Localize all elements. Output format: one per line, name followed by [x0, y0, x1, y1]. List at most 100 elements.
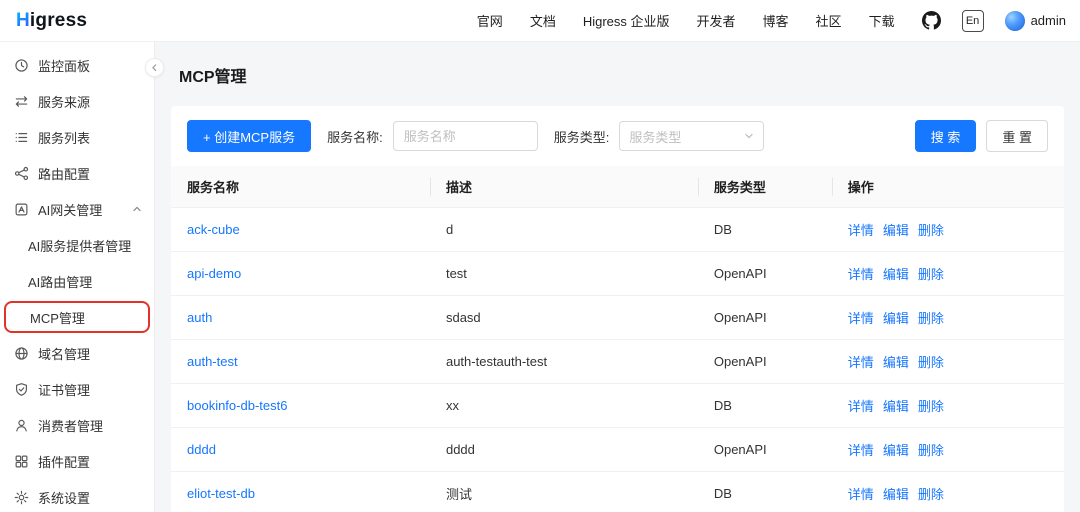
topbar: Higress 官网 文档 Higress 企业版 开发者 博客 社区 下载 En admi… — [0, 0, 1080, 42]
topnav-link[interactable]: 开发者 — [697, 11, 736, 30]
service-type-select[interactable]: 服务类型 — [619, 121, 764, 151]
service-name-link[interactable]: auth — [187, 310, 212, 325]
user-menu[interactable]: admin — [1005, 11, 1066, 31]
row-action-edit-link[interactable]: 编辑 — [883, 355, 909, 370]
plugin-icon — [14, 454, 29, 469]
row-action-delete-link[interactable]: 删除 — [918, 355, 944, 370]
service-description: xx — [430, 384, 698, 428]
sidebar-collapse-button[interactable] — [145, 58, 164, 77]
row-action-delete-link[interactable]: 删除 — [918, 223, 944, 238]
language-toggle[interactable]: En — [962, 10, 984, 32]
service-type: OpenAPI — [698, 428, 832, 472]
sidebar-subitem-mcp[interactable]: MCP管理 — [4, 301, 150, 333]
row-action-detail-link[interactable]: 详情 — [848, 311, 874, 326]
sidebar-item-cert[interactable]: 证书管理 — [0, 371, 154, 407]
sidebar-item-route-config[interactable]: 路由配置 — [0, 155, 154, 191]
row-action-delete-link[interactable]: 删除 — [918, 487, 944, 502]
table-column-header: 描述 — [430, 166, 698, 208]
main-content: MCP管理 + 创建MCP服务 服务名称: 服务类型: 服务类型 搜 索 重 置… — [155, 42, 1080, 512]
service-type: DB — [698, 384, 832, 428]
sidebar-item-dashboard[interactable]: 监控面板 — [0, 47, 154, 83]
row-action-edit-link[interactable]: 编辑 — [883, 223, 909, 238]
topnav-link[interactable]: 社区 — [816, 11, 842, 30]
row-actions: 详情编辑删除 — [832, 340, 1064, 384]
cert-icon — [14, 382, 29, 397]
row-action-edit-link[interactable]: 编辑 — [883, 311, 909, 326]
table-row: ack-cube d DB 详情编辑删除 — [171, 208, 1064, 252]
row-action-delete-link[interactable]: 删除 — [918, 267, 944, 282]
sidebar-item-domain[interactable]: 域名管理 — [0, 335, 154, 371]
row-action-detail-link[interactable]: 详情 — [848, 399, 874, 414]
sidebar-item-service-list[interactable]: 服务列表 — [0, 119, 154, 155]
service-type-label: 服务类型: — [554, 127, 610, 146]
reset-button[interactable]: 重 置 — [986, 120, 1048, 152]
topnav-link[interactable]: 博客 — [763, 11, 789, 30]
sidebar-item-consumer[interactable]: 消费者管理 — [0, 407, 154, 443]
table-body: ack-cube d DB 详情编辑删除 api-demo test OpenA… — [171, 208, 1064, 512]
service-description: auth-testauth-test — [430, 340, 698, 384]
topnav-link[interactable]: 下载 — [869, 11, 895, 30]
table-row: auth-test auth-testauth-test OpenAPI 详情编… — [171, 340, 1064, 384]
github-icon[interactable] — [922, 11, 941, 30]
app-layout: 监控面板 服务来源 服务列表 路由配置 AI网关管理 AI服务提供者管理 AI路… — [0, 42, 1080, 512]
content-card: + 创建MCP服务 服务名称: 服务类型: 服务类型 搜 索 重 置 服务名称描… — [171, 106, 1064, 512]
table-row: api-demo test OpenAPI 详情编辑删除 — [171, 252, 1064, 296]
sidebar-item-label: 监控面板 — [38, 56, 90, 75]
row-action-delete-link[interactable]: 删除 — [918, 443, 944, 458]
search-button[interactable]: 搜 索 — [915, 120, 977, 152]
service-name-link[interactable]: ack-cube — [187, 222, 240, 237]
logo-text: igress — [30, 10, 87, 31]
service-name-link[interactable]: api-demo — [187, 266, 241, 281]
sidebar-menu: 监控面板 服务来源 服务列表 路由配置 AI网关管理 AI服务提供者管理 AI路… — [0, 47, 154, 512]
table-row: dddd dddd OpenAPI 详情编辑删除 — [171, 428, 1064, 472]
row-action-detail-link[interactable]: 详情 — [848, 443, 874, 458]
topnav-link[interactable]: Higress 企业版 — [583, 11, 670, 30]
avatar[interactable] — [1005, 11, 1025, 31]
service-type-placeholder: 服务类型 — [629, 127, 681, 146]
sidebar-subitem-ai-provider[interactable]: AI服务提供者管理 — [0, 227, 154, 263]
sidebar-subitem-label: AI服务提供者管理 — [28, 236, 131, 255]
sidebar-subitem-ai-route[interactable]: AI路由管理 — [0, 263, 154, 299]
service-type: OpenAPI — [698, 252, 832, 296]
row-action-detail-link[interactable]: 详情 — [848, 487, 874, 502]
row-actions: 详情编辑删除 — [832, 472, 1064, 512]
sidebar-item-service-source[interactable]: 服务来源 — [0, 83, 154, 119]
row-action-edit-link[interactable]: 编辑 — [883, 267, 909, 282]
row-action-detail-link[interactable]: 详情 — [848, 267, 874, 282]
topnav-link[interactable]: 官网 — [477, 11, 503, 30]
service-name-link[interactable]: dddd — [187, 442, 216, 457]
row-actions: 详情编辑删除 — [832, 208, 1064, 252]
service-name-input[interactable] — [393, 121, 538, 151]
table-column-header: 操作 — [832, 166, 1064, 208]
row-action-edit-link[interactable]: 编辑 — [883, 443, 909, 458]
row-action-edit-link[interactable]: 编辑 — [883, 487, 909, 502]
create-mcp-button[interactable]: + 创建MCP服务 — [187, 120, 311, 152]
service-name-link[interactable]: auth-test — [187, 354, 238, 369]
service-type: DB — [698, 472, 832, 512]
sidebar-item-label: 插件配置 — [38, 452, 90, 471]
ai-gateway-icon — [14, 202, 29, 217]
service-description: dddd — [430, 428, 698, 472]
table-column-header: 服务类型 — [698, 166, 832, 208]
row-action-delete-link[interactable]: 删除 — [918, 399, 944, 414]
row-action-detail-link[interactable]: 详情 — [848, 223, 874, 238]
topnav-link[interactable]: 文档 — [530, 11, 556, 30]
sidebar-item-ai-gateway[interactable]: AI网关管理 — [0, 191, 154, 227]
sidebar-item-label: 消费者管理 — [38, 416, 103, 435]
service-name-link[interactable]: bookinfo-db-test6 — [187, 398, 287, 413]
toolbar: + 创建MCP服务 服务名称: 服务类型: 服务类型 搜 索 重 置 — [171, 106, 1064, 166]
service-name-link[interactable]: eliot-test-db — [187, 486, 255, 501]
service-description: 测试 — [430, 472, 698, 512]
row-action-detail-link[interactable]: 详情 — [848, 355, 874, 370]
row-actions: 详情编辑删除 — [832, 252, 1064, 296]
row-actions: 详情编辑删除 — [832, 296, 1064, 340]
sidebar-item-settings[interactable]: 系统设置 — [0, 479, 154, 512]
row-action-delete-link[interactable]: 删除 — [918, 311, 944, 326]
sidebar-item-plugin[interactable]: 插件配置 — [0, 443, 154, 479]
service-description: sdasd — [430, 296, 698, 340]
higress-logo[interactable]: Higress — [16, 10, 87, 32]
row-action-edit-link[interactable]: 编辑 — [883, 399, 909, 414]
service-description: d — [430, 208, 698, 252]
list-icon — [14, 130, 29, 145]
sidebar-item-label: 服务列表 — [38, 128, 90, 147]
